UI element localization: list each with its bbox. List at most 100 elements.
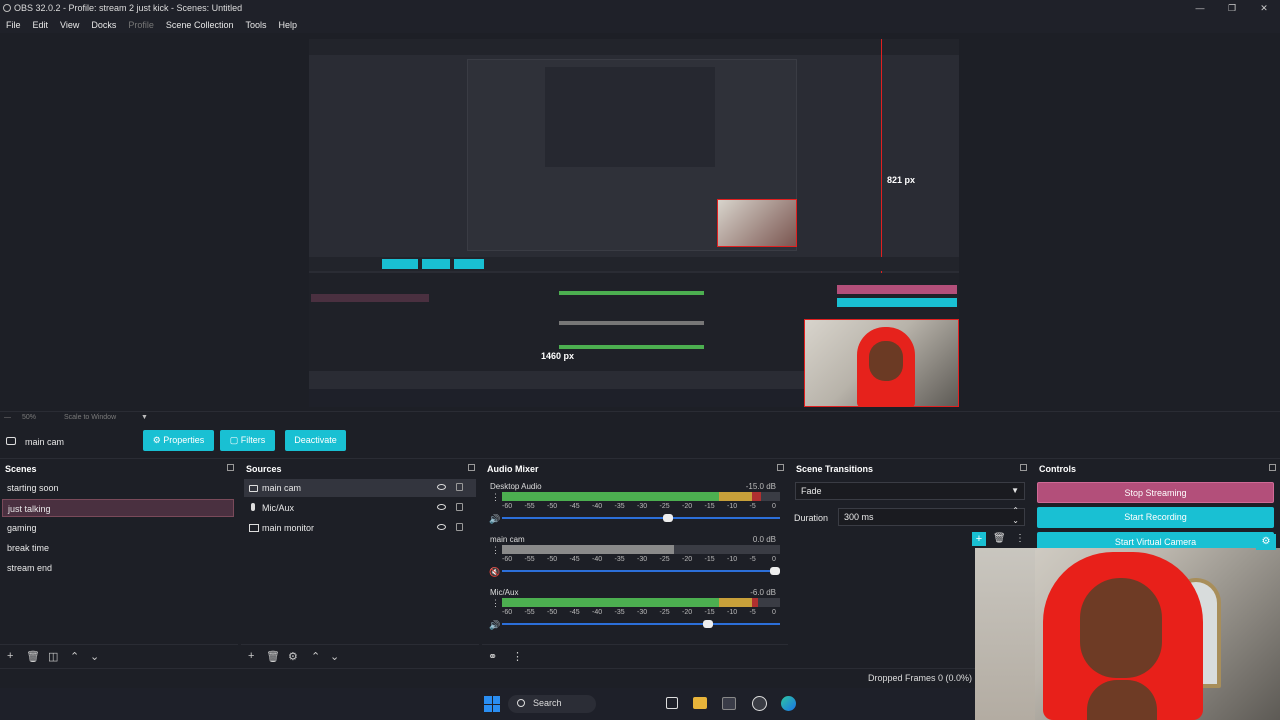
volume-slider[interactable] <box>502 567 780 575</box>
channel-menu-icon[interactable]: ⋮ <box>491 598 500 609</box>
tick-label: -20 <box>682 503 693 510</box>
channel-menu-icon[interactable]: ⋮ <box>491 492 500 503</box>
lock-icon[interactable] <box>456 503 463 511</box>
window-controls: — ❐ ✕ <box>1184 0 1280 16</box>
add-icon[interactable]: + <box>7 650 13 662</box>
scene-item-selected[interactable]: just talking <box>2 499 234 517</box>
move-up-icon[interactable]: ⌃ <box>311 650 320 663</box>
start-recording-button[interactable]: Start Recording <box>1037 507 1274 528</box>
menu-overlay-icon[interactable]: ⋮ <box>1015 533 1025 544</box>
volume-meter <box>502 492 780 501</box>
obs-taskbar-icon[interactable] <box>752 696 767 711</box>
channel-menu-icon[interactable]: ⋮ <box>491 545 500 556</box>
source-item[interactable]: Mic/Aux <box>244 499 476 517</box>
chevron-down-icon: ▼ <box>1011 486 1019 495</box>
spin-arrows-icon[interactable]: ⌃ ⌄ <box>1012 506 1019 526</box>
slider-knob[interactable] <box>662 514 673 522</box>
link-icon[interactable]: ⚭ <box>488 650 497 663</box>
scene-item[interactable]: gaming <box>2 519 234 537</box>
eye-icon[interactable] <box>437 484 446 490</box>
scene-item[interactable]: break time <box>2 539 234 557</box>
move-down-icon[interactable]: ⌄ <box>330 650 339 663</box>
close-icon[interactable]: ✕ <box>1248 0 1280 16</box>
dock-float-icon[interactable] <box>468 464 475 471</box>
menu-icon[interactable]: ⋮ <box>512 650 523 663</box>
tick-label: -45 <box>569 503 580 510</box>
tick-label: 0 <box>772 556 776 563</box>
add-overlay-icon[interactable]: + <box>972 532 986 546</box>
dock-float-icon[interactable] <box>1269 464 1276 471</box>
menu-tools[interactable]: Tools <box>245 20 266 30</box>
microphone-icon <box>251 503 255 511</box>
nested-webcam-face <box>869 341 903 381</box>
menu-help[interactable]: Help <box>278 20 297 30</box>
scene-item[interactable]: starting soon <box>2 479 234 497</box>
menu-scene-collection[interactable]: Scene Collection <box>166 20 234 30</box>
muted-speaker-icon[interactable]: 🔇 <box>489 567 500 578</box>
file-explorer-icon[interactable] <box>693 697 707 709</box>
speaker-icon[interactable]: 🔊 <box>489 514 500 525</box>
move-up-icon[interactable]: ⌃ <box>70 650 79 663</box>
meter-red <box>752 492 761 501</box>
lock-icon[interactable] <box>456 523 463 531</box>
search-icon <box>517 699 525 707</box>
minimize-icon[interactable]: — <box>1184 0 1216 16</box>
tick-label: -15 <box>704 503 715 510</box>
slider-knob[interactable] <box>770 567 780 575</box>
menu-profile[interactable]: Profile <box>128 20 154 30</box>
move-down-icon[interactable]: ⌄ <box>90 650 99 663</box>
trash-icon[interactable]: 🗑 <box>26 650 40 663</box>
properties-button[interactable]: ⚙ Properties <box>143 430 214 451</box>
add-icon[interactable]: + <box>248 650 254 662</box>
tick-label: -35 <box>614 609 625 616</box>
webcam-overlay <box>975 548 1280 720</box>
stop-streaming-button[interactable]: Stop Streaming <box>1037 482 1274 503</box>
nested-titlebar <box>309 39 959 55</box>
slider-knob[interactable] <box>703 620 713 628</box>
dock-float-icon[interactable] <box>227 464 234 471</box>
maximize-icon[interactable]: ❐ <box>1216 0 1248 16</box>
volume-slider[interactable] <box>502 620 780 628</box>
task-view-icon[interactable] <box>666 697 678 709</box>
store-icon[interactable] <box>722 697 736 710</box>
nested-btn-b <box>422 259 450 269</box>
transition-select[interactable]: Fade ▼ <box>795 482 1025 500</box>
gear-icon[interactable]: ⚙ <box>288 650 298 663</box>
source-toolbar: main cam ⚙ Properties ▢ Filters Deactiva… <box>0 425 1280 459</box>
menu-view[interactable]: View <box>60 20 79 30</box>
preview-canvas[interactable] <box>309 39 959 407</box>
deactivate-button[interactable]: Deactivate <box>285 430 346 451</box>
menu-docks[interactable]: Docks <box>91 20 116 30</box>
dock-float-icon[interactable] <box>1020 464 1027 471</box>
source-item[interactable]: main monitor <box>244 519 476 537</box>
menu-file[interactable]: File <box>6 20 21 30</box>
nested-meter-2 <box>559 321 704 325</box>
scale-dropdown-icon[interactable]: ▼ <box>141 414 148 421</box>
windows-start-icon[interactable] <box>484 696 500 712</box>
scene-item[interactable]: stream end <box>2 559 234 577</box>
edge-icon[interactable] <box>781 696 796 711</box>
speaker-icon[interactable]: 🔊 <box>489 620 500 631</box>
trash-overlay-icon[interactable]: 🗑 <box>993 533 1006 544</box>
scale-divider-icon: — <box>4 414 11 421</box>
duration-spinbox[interactable]: 300 ms ⌃ ⌄ <box>838 506 1025 526</box>
lock-icon[interactable] <box>456 483 463 491</box>
settings-gear-icon[interactable]: ⚙ <box>1256 534 1276 550</box>
scale-mode[interactable]: Scale to Window <box>64 414 116 421</box>
mixer-channel: Mic/Aux -6.0 dB ⋮ -60 -55 -50 -45 -40 -35 -30 -25-… <box>488 588 780 638</box>
tick-label: -45 <box>569 609 580 616</box>
taskbar-search[interactable]: Search <box>508 695 596 713</box>
volume-meter <box>502 545 780 554</box>
volume-slider[interactable] <box>502 514 780 522</box>
camera-icon <box>6 437 16 445</box>
eye-icon[interactable] <box>437 524 446 530</box>
nested-meter-1 <box>559 291 704 295</box>
dock-float-icon[interactable] <box>777 464 784 471</box>
eye-icon[interactable] <box>437 504 446 510</box>
trash-icon[interactable]: 🗑 <box>266 650 280 663</box>
filters-button[interactable]: ▢ Filters <box>220 430 275 451</box>
source-item[interactable]: main cam <box>244 479 476 497</box>
filter-icon[interactable]: ◫ <box>48 650 58 663</box>
mixer-channel: main cam 0.0 dB ⋮ -60 -55 -50 -45 -40 -35 -30 -25-… <box>488 535 780 585</box>
menu-edit[interactable]: Edit <box>33 20 49 30</box>
